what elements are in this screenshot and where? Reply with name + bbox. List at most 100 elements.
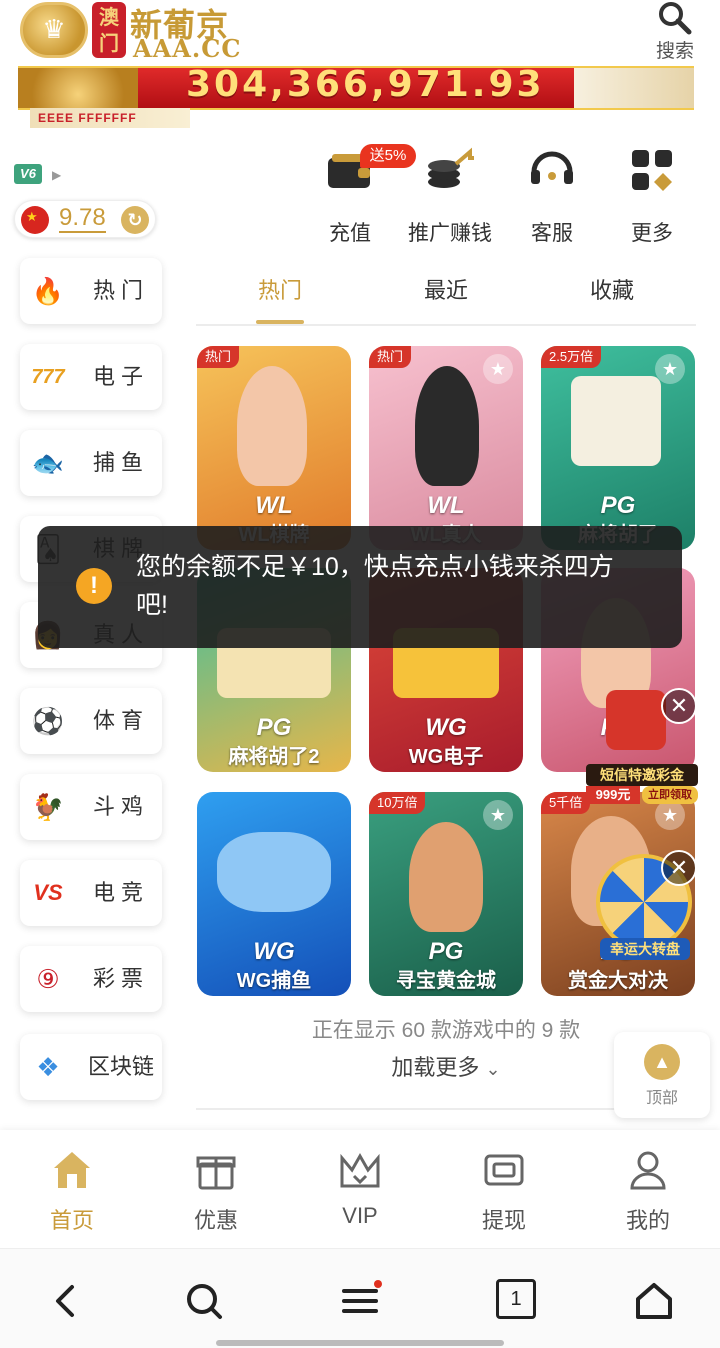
gift-icon (196, 1156, 236, 1190)
close-icon[interactable]: ✕ (661, 850, 697, 886)
favorite-star-icon[interactable]: ★ (483, 800, 513, 830)
cny-flag-icon (21, 206, 49, 234)
category-label: 捕鱼 (92, 450, 149, 475)
category-cockfight[interactable]: 🐓 斗鸡 (20, 774, 162, 840)
vip-level-badge[interactable]: V6 (14, 164, 42, 184)
game-card[interactable]: 2.5万倍 ★ PG 麻将胡了 (541, 346, 695, 550)
tab-hot[interactable]: 热门 (220, 274, 340, 308)
game-card[interactable]: 热门 ★ WL WL真人 (369, 346, 523, 550)
lottery-balls-icon: ⑨ (36, 964, 60, 994)
load-more-label: 加载更多 (391, 1055, 480, 1080)
game-brand: PG (600, 492, 636, 519)
category-hot[interactable]: 🔥 热门 (20, 258, 162, 324)
category-label: 热门 (92, 278, 149, 303)
game-brand: WG (253, 938, 295, 965)
home-icon[interactable] (632, 1279, 676, 1323)
rooster-icon: 🐓 (31, 792, 65, 822)
mail-promo-label: 短信特邀彩金 (586, 764, 698, 786)
home-indicator[interactable] (216, 1340, 504, 1346)
banner-subtext: EEEE FFFFFFF (30, 108, 190, 128)
fire-icon: 🔥 (31, 276, 65, 306)
coins-share-icon (428, 147, 474, 188)
mail-promo-amount: 999元 (586, 786, 640, 804)
mahjong-tiles-image (574, 68, 694, 108)
mahjong-tile-image (571, 376, 661, 466)
quick-action-more[interactable]: 更多 (602, 144, 702, 245)
quick-action-label: 更多 (631, 222, 673, 245)
favorite-star-icon[interactable]: ★ (655, 800, 685, 830)
game-card[interactable]: WG WG捕鱼 (197, 792, 351, 996)
nav-vip[interactable]: VIP (310, 1148, 410, 1229)
game-name: 赏金大对决 (568, 970, 668, 992)
category-blockchain[interactable]: ❖ 区块链 (20, 1034, 162, 1100)
quick-action-label: 客服 (531, 222, 573, 245)
game-card[interactable]: 热门 WL WL棋牌 (197, 346, 351, 550)
vip-crown-icon (340, 1152, 380, 1188)
search-icon[interactable] (182, 1279, 226, 1323)
vs-icon: VS (33, 880, 63, 905)
logo-red-tag: 澳门 (92, 2, 126, 58)
category-label: 体育 (92, 708, 149, 733)
category-sports[interactable]: ⚽ 体育 (20, 688, 162, 754)
game-tag: 2.5万倍 (541, 346, 602, 368)
search-label: 搜索 (655, 41, 694, 62)
category-slots[interactable]: 777 电子 (20, 344, 162, 410)
tabs-button[interactable]: 1 (496, 1279, 536, 1319)
game-brand: PG (256, 714, 292, 741)
nav-profile[interactable]: 我的 (598, 1148, 698, 1235)
nav-label: 我的 (625, 1208, 670, 1233)
menu-icon[interactable] (338, 1279, 382, 1323)
category-label: 斗鸡 (92, 794, 149, 819)
bottom-nav: 首页 优惠 VIP 提现 我的 (0, 1130, 720, 1248)
refresh-icon[interactable]: ↻ (121, 206, 149, 234)
warning-icon: ! (76, 568, 112, 604)
back-to-top-button[interactable]: ▲ 顶部 (614, 1032, 710, 1118)
quick-action-label: 推广赚钱 (408, 222, 492, 245)
game-brand: PG (428, 938, 464, 965)
tab-recent[interactable]: 最近 (386, 274, 506, 308)
quick-action-referral[interactable]: 推广赚钱 (400, 144, 500, 245)
game-character (237, 366, 307, 486)
browser-toolbar: 1 (0, 1248, 720, 1348)
soccer-ball-icon: ⚽ (31, 706, 65, 736)
back-to-top-label: 顶部 (645, 1090, 678, 1107)
jackpot-banner[interactable]: 304,366,971.93 (18, 66, 694, 110)
favorite-star-icon[interactable]: ★ (655, 354, 685, 384)
back-arrow-icon[interactable] (44, 1279, 88, 1323)
game-name: WG捕鱼 (236, 970, 312, 992)
category-fishing[interactable]: 🐟 捕鱼 (20, 430, 162, 496)
gold-pile-image (18, 68, 138, 108)
game-name: WG电子 (408, 746, 484, 768)
tab-favorites[interactable]: 收藏 (552, 274, 672, 308)
toast-message: 您的余额不足￥10，快点充点小钱来杀四方吧! (136, 553, 614, 619)
game-card[interactable]: 10万倍 ★ PG 寻宝黄金城 (369, 792, 523, 996)
game-tag: 热门 (369, 346, 412, 368)
quick-action-label: 充值 (329, 222, 371, 245)
category-lottery[interactable]: ⑨ 彩票 (20, 946, 162, 1012)
mailbox-icon (606, 690, 666, 750)
chevron-right-icon: ▶ (52, 168, 62, 182)
nav-withdraw[interactable]: 提现 (454, 1148, 554, 1235)
game-name: 麻将胡了2 (228, 746, 320, 768)
quick-action-support[interactable]: 客服 (502, 144, 602, 245)
nav-promotions[interactable]: 优惠 (166, 1148, 266, 1235)
balance-pill: 9.78 ↻ (14, 200, 156, 238)
category-esports[interactable]: VS 电竞 (20, 860, 162, 926)
nav-label: 首页 (49, 1208, 94, 1233)
favorite-star-icon[interactable]: ★ (483, 354, 513, 384)
balance-value: 9.78 (59, 204, 106, 233)
arrow-up-icon: ▲ (644, 1044, 680, 1080)
game-name: 寻宝黄金城 (396, 970, 496, 992)
game-character (409, 822, 483, 932)
category-label: 电竞 (92, 880, 149, 905)
crown-icon: ♛ (42, 14, 66, 44)
tab-divider (196, 324, 696, 326)
header: ♛ 澳门 新葡京 AAA.CC 搜索 (0, 0, 720, 66)
nav-home[interactable]: 首页 (22, 1148, 122, 1235)
search-button[interactable]: 搜索 (648, 0, 702, 62)
nav-label: 优惠 (193, 1208, 238, 1233)
close-icon[interactable]: ✕ (661, 688, 697, 724)
nav-label: VIP (342, 1203, 378, 1228)
jackpot-value: 304,366,971.93 (186, 66, 545, 105)
game-brand: WG (425, 714, 467, 741)
